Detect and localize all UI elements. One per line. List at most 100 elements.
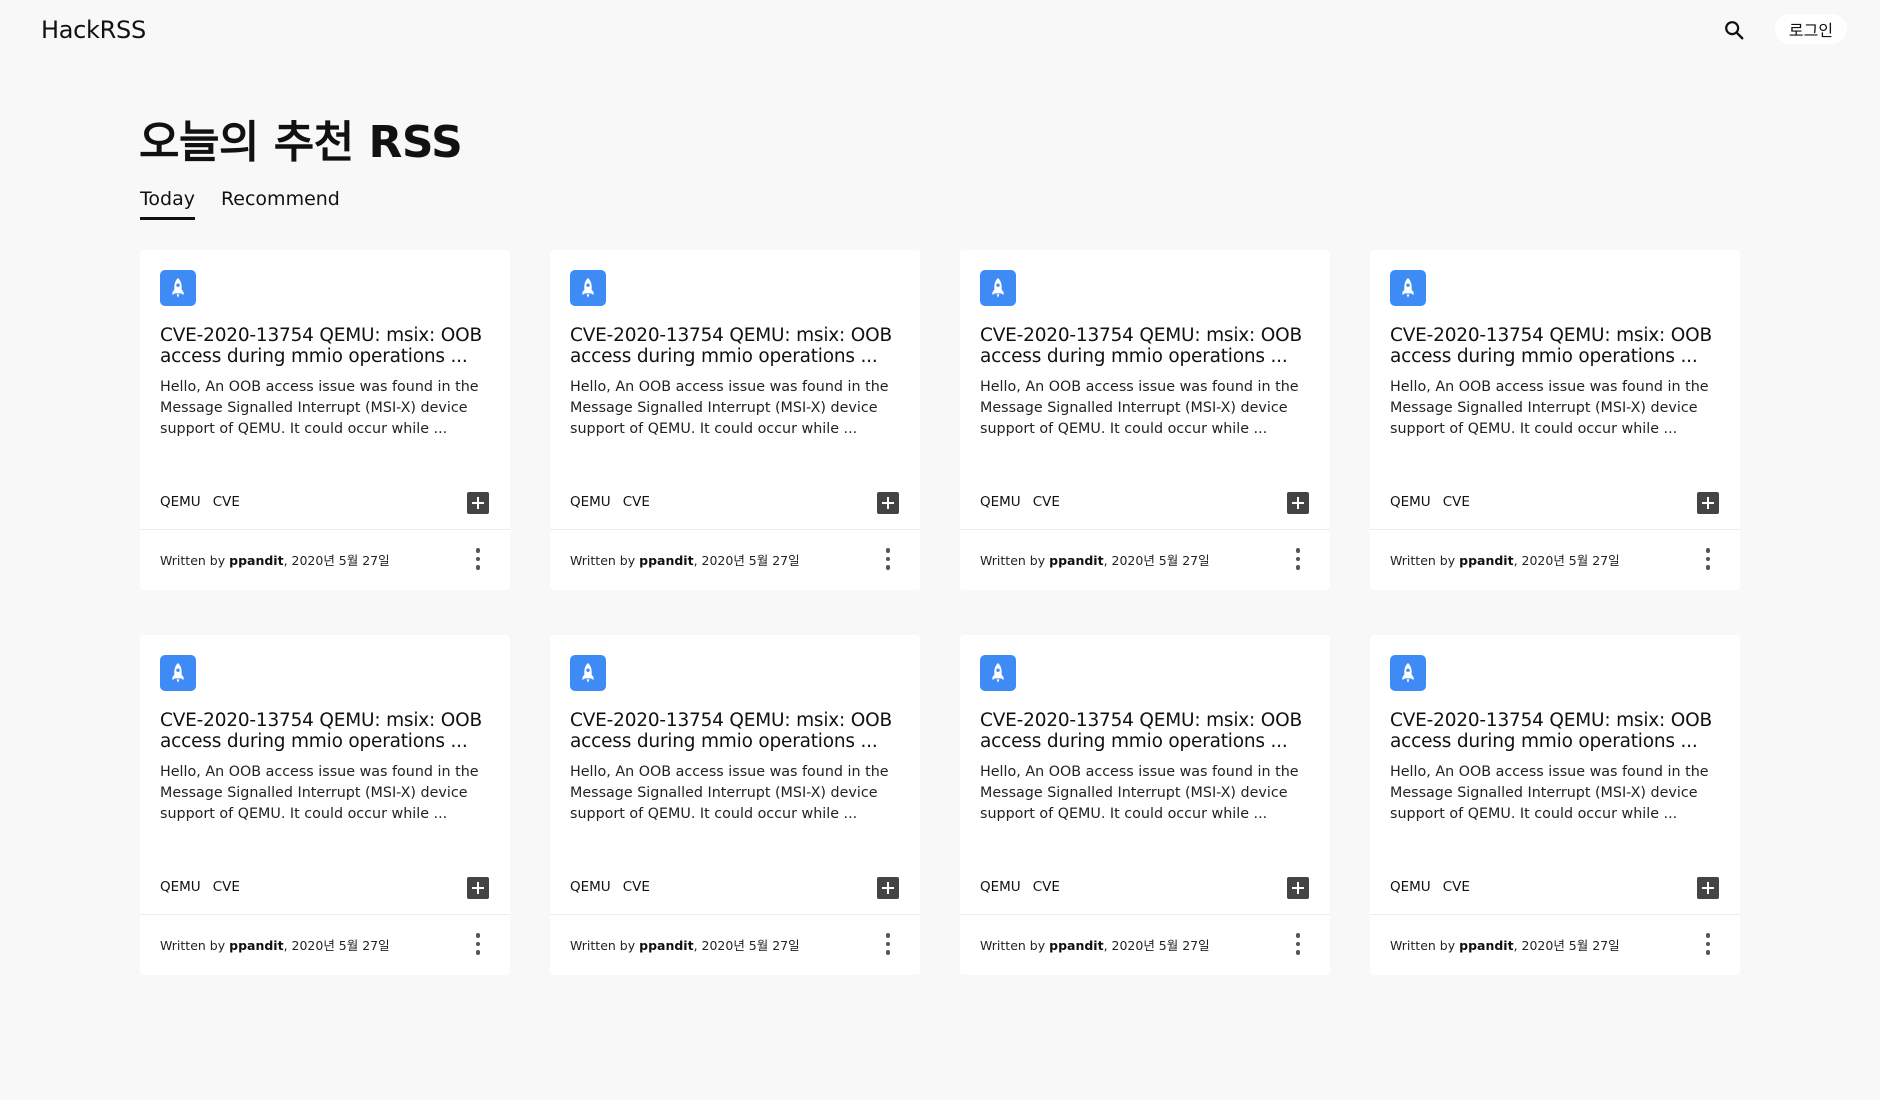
tag-label[interactable]: CVE: [1443, 494, 1470, 510]
post-date: , 2020년 5월 27일: [1103, 553, 1210, 568]
divider: [1370, 914, 1740, 915]
more-options-button[interactable]: [1288, 931, 1308, 957]
more-options-button[interactable]: [878, 546, 898, 572]
card-title[interactable]: CVE-2020-13754 QEMU: msix: OOB access du…: [1390, 710, 1720, 752]
card-description: Hello, An OOB access issue was found in …: [980, 764, 1299, 822]
written-by-label: Written by: [570, 553, 636, 568]
tag-label[interactable]: QEMU: [570, 494, 611, 510]
more-vertical-icon: [1705, 548, 1711, 553]
more-options-button[interactable]: [468, 546, 488, 572]
tab-recommend[interactable]: Recommend: [221, 188, 340, 220]
card-title[interactable]: CVE-2020-13754 QEMU: msix: OOB access du…: [570, 710, 900, 752]
feed-card[interactable]: CVE-2020-13754 QEMU: msix: OOB access du…: [960, 250, 1330, 590]
author-name[interactable]: ppandit: [639, 553, 693, 568]
post-date: , 2020년 5월 27일: [1513, 938, 1620, 953]
author-name[interactable]: ppandit: [229, 938, 283, 953]
plus-icon: [1292, 882, 1304, 894]
author-name[interactable]: ppandit: [1049, 553, 1103, 568]
feed-card[interactable]: CVE-2020-13754 QEMU: msix: OOB access du…: [140, 635, 510, 975]
add-button[interactable]: [1697, 492, 1719, 514]
written-by-label: Written by: [1390, 553, 1456, 568]
app-logo[interactable]: HackRSS: [41, 16, 146, 44]
card-description: Hello, An OOB access issue was found in …: [570, 379, 889, 437]
more-vertical-icon: [885, 933, 891, 938]
more-vertical-icon: [1705, 933, 1711, 938]
card-title[interactable]: CVE-2020-13754 QEMU: msix: OOB access du…: [980, 710, 1310, 752]
feed-card[interactable]: CVE-2020-13754 QEMU: msix: OOB access du…: [960, 635, 1330, 975]
tag-label[interactable]: CVE: [1443, 879, 1470, 895]
feed-card[interactable]: CVE-2020-13754 QEMU: msix: OOB access du…: [140, 250, 510, 590]
add-button[interactable]: [877, 492, 899, 514]
author-name[interactable]: ppandit: [1459, 938, 1513, 953]
login-button[interactable]: 로그인: [1775, 14, 1847, 44]
divider: [140, 529, 510, 530]
tag-label[interactable]: QEMU: [1390, 879, 1431, 895]
tag-label[interactable]: QEMU: [980, 879, 1021, 895]
add-button[interactable]: [467, 877, 489, 899]
author-name[interactable]: ppandit: [639, 938, 693, 953]
tab-today[interactable]: Today: [140, 188, 195, 220]
tag-label[interactable]: QEMU: [570, 879, 611, 895]
author-name[interactable]: ppandit: [229, 553, 283, 568]
card-title[interactable]: CVE-2020-13754 QEMU: msix: OOB access du…: [570, 325, 900, 367]
post-date: , 2020년 5월 27일: [283, 938, 390, 953]
tag-label[interactable]: CVE: [213, 879, 240, 895]
more-vertical-icon: [475, 548, 481, 553]
post-date: , 2020년 5월 27일: [1103, 938, 1210, 953]
card-description: Hello, An OOB access issue was found in …: [1390, 379, 1709, 437]
card-tags: QEMU CVE: [1390, 494, 1470, 510]
author-name[interactable]: ppandit: [1459, 553, 1513, 568]
plus-icon: [472, 497, 484, 509]
card-footer: Written by ppandit, 2020년 5월 27일: [570, 550, 800, 569]
tag-label[interactable]: QEMU: [160, 494, 201, 510]
add-button[interactable]: [1287, 877, 1309, 899]
rocket-icon: [980, 270, 1016, 306]
tag-label[interactable]: CVE: [623, 879, 650, 895]
plus-icon: [882, 882, 894, 894]
tag-label[interactable]: QEMU: [980, 494, 1021, 510]
card-grid: CVE-2020-13754 QEMU: msix: OOB access du…: [140, 250, 1740, 975]
add-button[interactable]: [1697, 877, 1719, 899]
more-options-button[interactable]: [878, 931, 898, 957]
add-button[interactable]: [877, 877, 899, 899]
tag-label[interactable]: CVE: [213, 494, 240, 510]
tag-label[interactable]: QEMU: [1390, 494, 1431, 510]
divider: [550, 914, 920, 915]
card-footer: Written by ppandit, 2020년 5월 27일: [980, 935, 1210, 954]
tag-label[interactable]: QEMU: [160, 879, 201, 895]
more-vertical-icon: [475, 933, 481, 938]
tag-label[interactable]: CVE: [1033, 494, 1060, 510]
feed-card[interactable]: CVE-2020-13754 QEMU: msix: OOB access du…: [550, 250, 920, 590]
card-title[interactable]: CVE-2020-13754 QEMU: msix: OOB access du…: [160, 710, 490, 752]
card-tags: QEMU CVE: [980, 879, 1060, 895]
feed-card[interactable]: CVE-2020-13754 QEMU: msix: OOB access du…: [1370, 250, 1740, 590]
rocket-icon: [570, 270, 606, 306]
more-options-button[interactable]: [468, 931, 488, 957]
post-date: , 2020년 5월 27일: [283, 553, 390, 568]
more-options-button[interactable]: [1698, 931, 1718, 957]
written-by-label: Written by: [570, 938, 636, 953]
more-options-button[interactable]: [1698, 546, 1718, 572]
add-button[interactable]: [467, 492, 489, 514]
card-tags: QEMU CVE: [570, 879, 650, 895]
divider: [1370, 529, 1740, 530]
search-button[interactable]: [1718, 14, 1750, 46]
tag-label[interactable]: CVE: [1033, 879, 1060, 895]
divider: [960, 914, 1330, 915]
card-description: Hello, An OOB access issue was found in …: [980, 379, 1299, 437]
more-options-button[interactable]: [1288, 546, 1308, 572]
post-date: , 2020년 5월 27일: [1513, 553, 1620, 568]
card-title[interactable]: CVE-2020-13754 QEMU: msix: OOB access du…: [160, 325, 490, 367]
card-title[interactable]: CVE-2020-13754 QEMU: msix: OOB access du…: [980, 325, 1310, 367]
feed-card[interactable]: CVE-2020-13754 QEMU: msix: OOB access du…: [550, 635, 920, 975]
rocket-icon: [1390, 655, 1426, 691]
add-button[interactable]: [1287, 492, 1309, 514]
author-name[interactable]: ppandit: [1049, 938, 1103, 953]
tab-bar: Today Recommend: [140, 188, 340, 220]
card-title[interactable]: CVE-2020-13754 QEMU: msix: OOB access du…: [1390, 325, 1720, 367]
card-footer: Written by ppandit, 2020년 5월 27일: [160, 935, 390, 954]
card-tags: QEMU CVE: [980, 494, 1060, 510]
tag-label[interactable]: CVE: [623, 494, 650, 510]
feed-card[interactable]: CVE-2020-13754 QEMU: msix: OOB access du…: [1370, 635, 1740, 975]
rocket-icon: [980, 655, 1016, 691]
